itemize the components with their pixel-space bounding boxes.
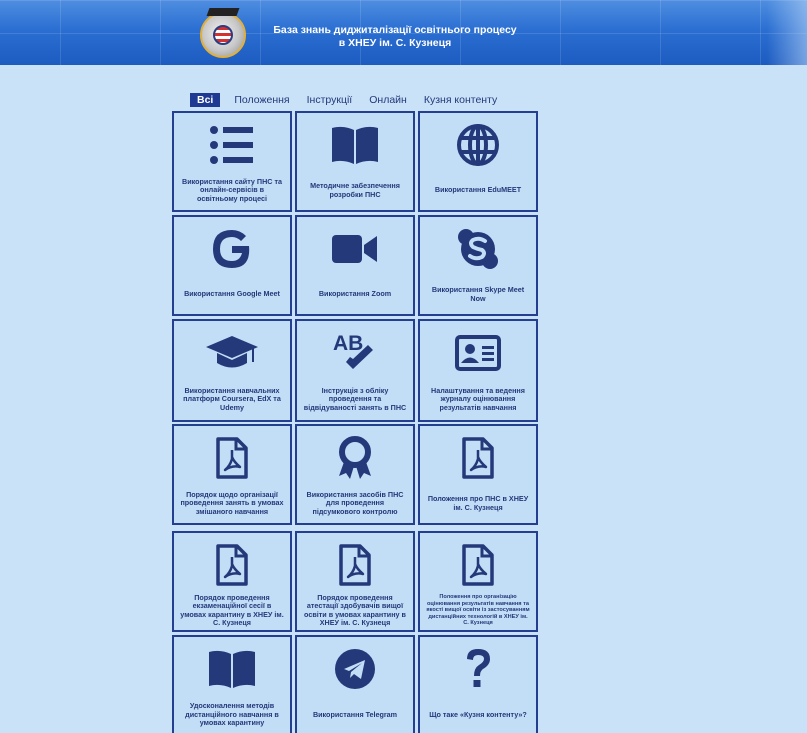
filter-online[interactable]: Онлайн — [369, 94, 407, 106]
header-edge-fade — [767, 0, 807, 65]
graduation-cap-logo-icon — [206, 8, 240, 16]
question-icon — [448, 647, 508, 691]
card-label: Налаштування та ведення журналу оцінюван… — [431, 385, 525, 412]
knowledge-card[interactable]: Використання засобів ПНС для проведення … — [295, 424, 415, 525]
card-label: Методичне забезпечення розробки ПНС — [310, 181, 400, 199]
filter-regulations[interactable]: Положення — [234, 94, 289, 106]
site-title[interactable]: База знань диджиталізації освітнього про… — [270, 24, 520, 50]
knowledge-card[interactable]: Використання Telegram — [295, 635, 415, 733]
card-label: Порядок проведення екзаменаційної сесії … — [180, 592, 284, 627]
globe-icon — [448, 123, 508, 167]
id-card-icon — [448, 331, 508, 375]
knowledge-card[interactable]: Удосконалення методів дистанційного навч… — [172, 635, 292, 733]
knowledge-card[interactable]: Порядок проведення екзаменаційної сесії … — [172, 531, 292, 632]
knowledge-card[interactable]: Використання EduMEET — [418, 111, 538, 212]
card-label: Використання Telegram — [312, 709, 398, 719]
pdf-file-icon — [448, 436, 508, 480]
knowledge-card[interactable]: Положення про ПНС в ХНЕУ ім. С. Кузнеця — [418, 424, 538, 525]
knowledge-card[interactable]: Використання сайту ПНС та онлайн-сервісі… — [172, 111, 292, 212]
card-label: Порядок щодо організації проведення заня… — [180, 489, 284, 516]
list-icon — [202, 123, 262, 167]
knowledge-card[interactable]: Методичне забезпечення розробки ПНС — [295, 111, 415, 212]
svg-text:AB: AB — [333, 332, 363, 355]
card-label: Що таке «Кузня контенту»? — [429, 709, 527, 719]
knowledge-card[interactable]: Використання навчальних платформ Courser… — [172, 319, 292, 422]
knowledge-card[interactable]: Порядок щодо організації проведення заня… — [172, 424, 292, 525]
skype-icon — [448, 227, 508, 271]
filter-all[interactable]: Всі — [190, 93, 221, 107]
card-label: Використання засобів ПНС для проведення … — [306, 489, 404, 516]
spell-check-icon: AB — [325, 331, 385, 375]
knowledge-card[interactable]: Налаштування та ведення журналу оцінюван… — [418, 319, 538, 422]
google-icon — [202, 227, 262, 271]
knowledge-card[interactable]: Використання Google Meet — [172, 215, 292, 316]
card-label: Положення про організацію оцінювання рез… — [426, 594, 530, 627]
knowledge-card[interactable]: AB Інструкція з обліку проведення та відв… — [295, 319, 415, 422]
card-label: Інструкція з обліку проведення та відвід… — [303, 385, 407, 412]
book-open-icon — [325, 123, 385, 167]
pdf-file-icon — [448, 543, 508, 587]
award-icon — [325, 436, 385, 480]
university-logo[interactable] — [200, 8, 246, 58]
card-label: Використання сайту ПНС та онлайн-сервісі… — [182, 176, 282, 203]
card-label: Використання навчальних платформ Courser… — [183, 385, 281, 412]
pdf-file-icon — [202, 436, 262, 480]
pdf-file-icon — [202, 543, 262, 587]
card-label: Положення про ПНС в ХНЕУ ім. С. Кузнеця — [427, 494, 529, 512]
knowledge-card[interactable]: Порядок проведення атестації здобувачів … — [295, 531, 415, 632]
graduation-cap-icon — [202, 331, 262, 375]
knowledge-card[interactable]: Що таке «Кузня контенту»? — [418, 635, 538, 733]
knowledge-card[interactable]: Використання Zoom — [295, 215, 415, 316]
card-label: Використання Zoom — [318, 289, 392, 299]
card-label: Використання Skype Meet Now — [431, 285, 525, 303]
card-label: Удосконалення методів дистанційного навч… — [185, 701, 279, 728]
telegram-icon — [325, 647, 385, 691]
filter-content-forge[interactable]: Кузня контенту — [424, 94, 497, 106]
knowledge-card[interactable]: Використання Skype Meet Now — [418, 215, 538, 316]
logo-emblem — [213, 25, 233, 45]
filter-instructions[interactable]: Інструкції — [307, 94, 353, 106]
card-label: Використання Google Meet — [184, 289, 280, 299]
book-open-icon — [202, 647, 262, 691]
category-filter-bar: Всі Положення Інструкції Онлайн Кузня ко… — [190, 92, 514, 108]
site-header: База знань диджиталізації освітнього про… — [0, 0, 807, 65]
card-label: Використання EduMEET — [434, 185, 522, 195]
pdf-file-icon — [325, 543, 385, 587]
video-camera-icon — [325, 227, 385, 271]
card-label: Порядок проведення атестації здобувачів … — [304, 592, 406, 627]
knowledge-card[interactable]: Положення про організацію оцінювання рез… — [418, 531, 538, 632]
